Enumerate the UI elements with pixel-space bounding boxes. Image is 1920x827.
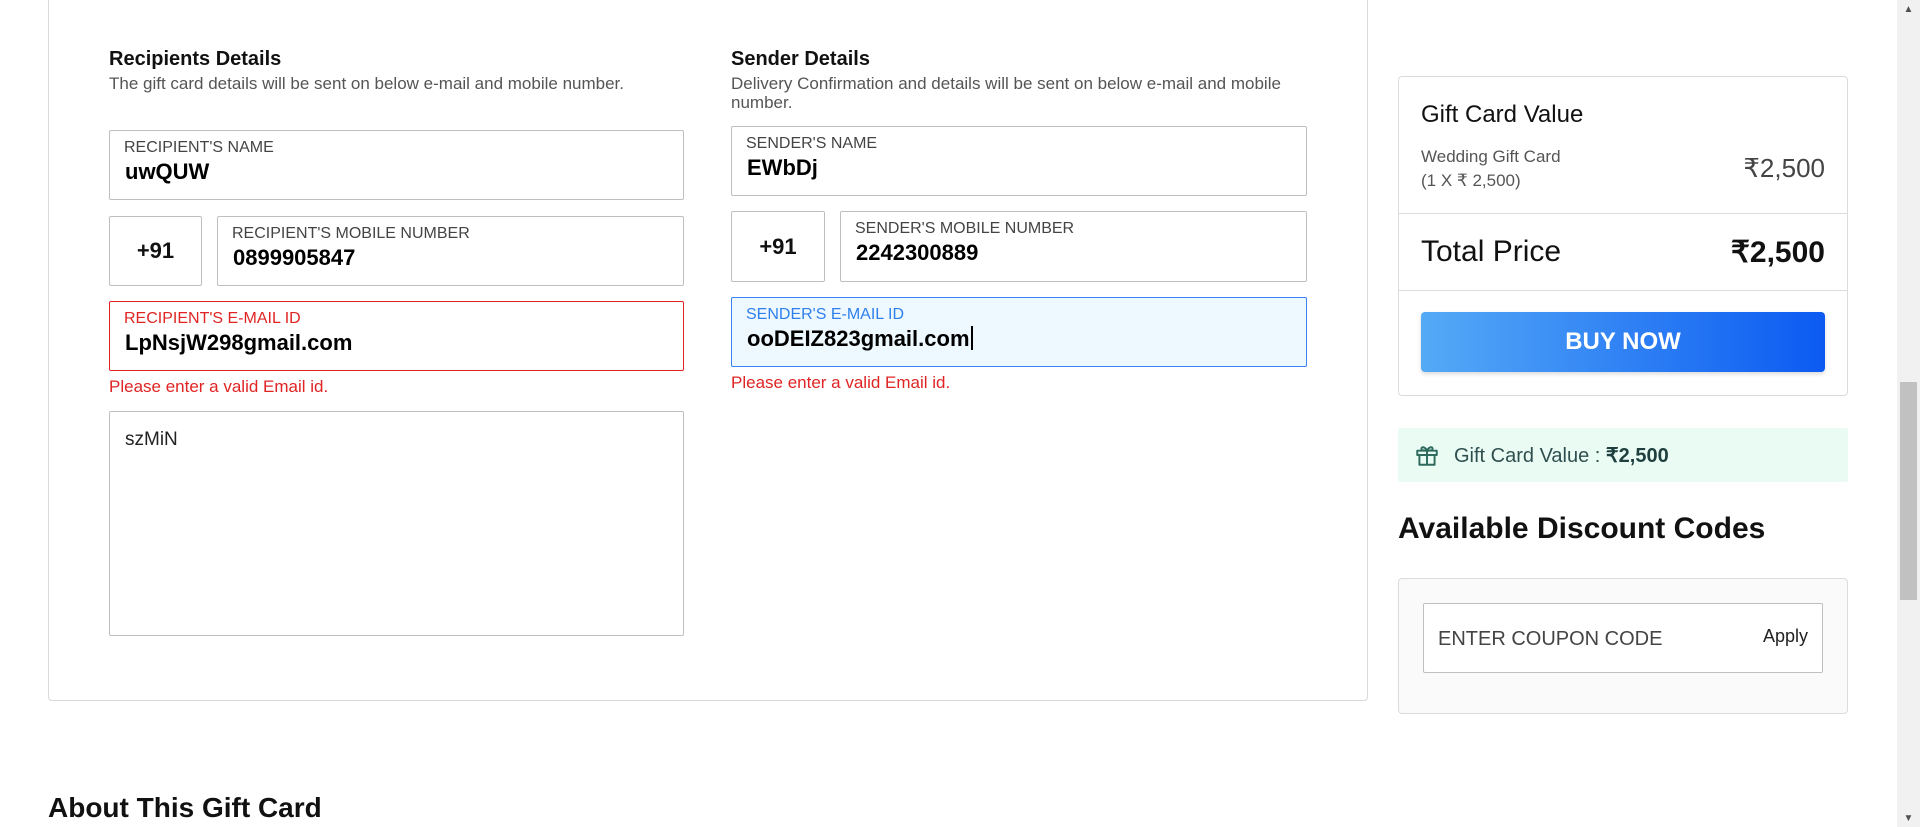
- recipient-name-value: uwQUW: [125, 159, 210, 184]
- scroll-up-arrow-icon[interactable]: ▲: [1897, 0, 1920, 18]
- sender-mobile-value: 2242300889: [856, 240, 979, 265]
- sender-mobile-field[interactable]: SENDER'S MOBILE NUMBER 2242300889: [840, 211, 1307, 282]
- recipient-mobile-field[interactable]: RECIPIENT'S MOBILE NUMBER 0899905847: [217, 216, 684, 286]
- sender-email-label: SENDER'S E-MAIL ID: [746, 306, 905, 323]
- recipient-mobile-label: RECIPIENT'S MOBILE NUMBER: [232, 225, 470, 242]
- sender-name-value: EWbDj: [747, 155, 818, 180]
- gift-card-value-banner-label: Gift Card Value :: [1454, 444, 1601, 467]
- recipient-name-label: RECIPIENT'S NAME: [124, 139, 274, 156]
- gift-card-value-banner: Gift Card Value : ₹2,500: [1398, 428, 1848, 482]
- discount-codes-title: Available Discount Codes: [1398, 512, 1766, 545]
- sender-name-field[interactable]: SENDER'S NAME EWbDj: [731, 126, 1307, 196]
- recipient-name-field[interactable]: RECIPIENT'S NAME uwQUW: [109, 130, 684, 200]
- recipient-email-value: LpNsjW298gmail.com: [125, 330, 353, 355]
- sender-section-title: Sender Details: [731, 48, 870, 70]
- apply-coupon-button[interactable]: Apply: [1763, 626, 1808, 647]
- gift-icon: [1416, 446, 1438, 466]
- gift-card-value-banner-text: Gift Card Value : ₹2,500: [1454, 443, 1669, 468]
- scroll-down-arrow-icon[interactable]: ▼: [1897, 809, 1920, 827]
- sender-email-field[interactable]: SENDER'S E-MAIL ID ooDEIZ823gmail.com: [731, 297, 1307, 367]
- gift-card-item-qty: (1 X ₹ 2,500): [1421, 171, 1521, 190]
- sender-email-error: Please enter a valid Email id.: [731, 373, 951, 392]
- summary-divider: [1399, 290, 1847, 291]
- about-gift-card-heading: About This Gift Card: [48, 792, 322, 823]
- recipient-section-subtitle: The gift card details will be sent on be…: [109, 74, 624, 93]
- sender-country-code[interactable]: +91: [731, 211, 825, 282]
- recipient-country-code[interactable]: +91: [109, 216, 202, 286]
- coupon-card: ENTER COUPON CODE Apply: [1398, 578, 1848, 714]
- coupon-input[interactable]: ENTER COUPON CODE Apply: [1423, 603, 1823, 673]
- recipient-section-title: Recipients Details: [109, 48, 282, 70]
- total-price-value: ₹2,500: [1730, 236, 1825, 269]
- recipient-email-field[interactable]: RECIPIENT'S E-MAIL ID LpNsjW298gmail.com: [109, 301, 684, 371]
- gift-card-item-name: Wedding Gift Card: [1421, 147, 1561, 166]
- total-price-label: Total Price: [1421, 235, 1562, 268]
- sender-email-content: ooDEIZ823gmail.com: [747, 326, 973, 352]
- sender-mobile-label: SENDER'S MOBILE NUMBER: [855, 220, 1075, 237]
- gift-card-value-banner-amount: ₹2,500: [1605, 444, 1669, 467]
- page: Recipients Details The gift card details…: [0, 0, 1920, 827]
- gift-card-item-price: ₹2,500: [1743, 153, 1825, 183]
- coupon-placeholder: ENTER COUPON CODE: [1438, 628, 1663, 650]
- gift-card-item: Wedding Gift Card (1 X ₹ 2,500): [1421, 145, 1561, 193]
- gift-card-value-title: Gift Card Value: [1421, 101, 1584, 128]
- page-scrollbar[interactable]: ▲ ▼: [1897, 0, 1920, 827]
- recipient-email-error: Please enter a valid Email id.: [109, 377, 329, 396]
- recipient-mobile-value: 0899905847: [233, 245, 356, 270]
- scrollbar-thumb[interactable]: [1900, 382, 1917, 600]
- summary-divider: [1399, 213, 1847, 214]
- recipient-email-label: RECIPIENT'S E-MAIL ID: [124, 310, 301, 327]
- price-summary-card: Gift Card Value Wedding Gift Card (1 X ₹…: [1398, 76, 1848, 396]
- sender-name-label: SENDER'S NAME: [746, 135, 878, 152]
- buy-now-button[interactable]: BUY NOW: [1421, 312, 1825, 372]
- sender-email-value: ooDEIZ823gmail.com: [747, 326, 970, 351]
- sender-section-subtitle: Delivery Confirmation and details will b…: [731, 74, 1281, 112]
- text-caret: [970, 326, 973, 350]
- recipient-message-value: szMiN: [125, 429, 178, 450]
- recipient-message-textarea[interactable]: szMiN: [109, 411, 684, 636]
